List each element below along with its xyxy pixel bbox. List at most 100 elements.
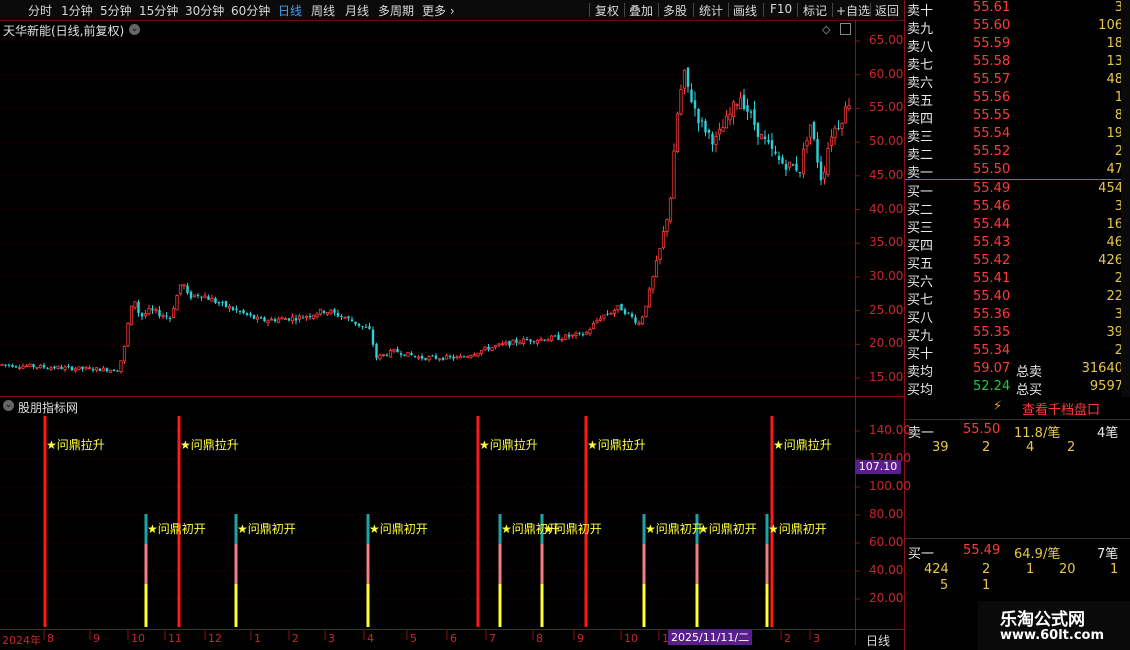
candle (283, 316, 288, 321)
candle (504, 339, 508, 347)
candle (4, 364, 7, 368)
ask-row[interactable]: 卖七 55.58 13 (905, 54, 1125, 73)
candle (336, 309, 340, 318)
indicator-tick-label: 60.00 (869, 535, 904, 549)
bid-row[interactable]: 买五 55.42 426 (905, 253, 1125, 272)
candle (396, 346, 399, 353)
candle (17, 364, 22, 371)
ask-row[interactable]: 卖四 55.55 8 (905, 108, 1125, 127)
candle (413, 355, 417, 359)
candle (368, 322, 371, 330)
price-tick-label: 25.00 (869, 302, 904, 317)
candle (214, 296, 217, 304)
view-depth-button[interactable]: 查看千档盘口 (1022, 399, 1100, 418)
candle (192, 294, 197, 298)
candle (458, 353, 463, 359)
candle (690, 83, 693, 104)
price-tick-label: 20.00 (869, 336, 904, 351)
candle (35, 366, 39, 370)
candle (175, 294, 179, 311)
candle (549, 334, 554, 342)
indicator-price-tag: 107.10 (855, 460, 901, 474)
candle (560, 337, 564, 343)
candle (60, 364, 63, 370)
candle (455, 354, 459, 360)
candle (588, 327, 592, 336)
candle (525, 336, 529, 341)
candle (500, 340, 505, 347)
candle (529, 339, 532, 345)
date-cursor: 2025/11/11/二 (668, 630, 753, 645)
candle (81, 366, 84, 372)
date-tick-label: 3 (328, 632, 335, 645)
candle (217, 301, 221, 307)
candle (728, 107, 732, 126)
bid-row[interactable]: 买一 55.49 454 (905, 181, 1125, 200)
candle (444, 353, 449, 360)
ask-row[interactable]: 卖八 55.59 18 (905, 36, 1125, 55)
candle (711, 131, 714, 152)
candle (483, 346, 487, 352)
signal-label-up: ★问鼎拉升 (46, 438, 105, 452)
chevron-down-icon[interactable]: ⌄ (3, 400, 14, 411)
candle (242, 308, 245, 315)
candle (158, 306, 161, 319)
price-tick-label: 45.00 (869, 167, 904, 182)
ask-row[interactable]: 卖九 55.60 106 (905, 18, 1125, 37)
candle (479, 350, 484, 356)
ask-row[interactable]: 卖一 55.50 47 (905, 162, 1125, 181)
candle (553, 334, 557, 337)
bid-row[interactable]: 买四 55.43 46 (905, 235, 1125, 254)
window-icon[interactable] (840, 23, 851, 35)
date-tick-label: 3 (813, 632, 820, 645)
ask-row[interactable]: 卖十 55.61 3 (905, 0, 1125, 19)
date-tick-label: 9 (577, 632, 584, 645)
candle (276, 316, 281, 324)
period-foot-label[interactable]: 日线 (866, 632, 890, 649)
candle (189, 290, 193, 301)
bid-row[interactable]: 买八 55.36 3 (905, 307, 1125, 326)
diamond-icon[interactable]: ◇ (822, 23, 830, 36)
bid-row[interactable]: 买三 55.44 16 (905, 217, 1125, 236)
divider (905, 179, 1125, 180)
candle (816, 132, 819, 169)
candle (721, 119, 725, 132)
candle (532, 340, 536, 345)
candle (151, 305, 154, 315)
ask-row[interactable]: 卖六 55.57 48 (905, 72, 1125, 91)
price-tick-label: 60.00 (869, 66, 904, 81)
candle (287, 317, 291, 322)
candle (535, 338, 540, 347)
candle (578, 332, 581, 336)
candle (70, 365, 74, 372)
candle (658, 248, 662, 265)
kline-chart[interactable] (0, 0, 905, 650)
candle (668, 196, 673, 224)
candle (42, 362, 46, 370)
chevron-down-icon[interactable]: ⌄ (129, 24, 140, 35)
candle (147, 304, 151, 316)
date-tick-label: 4 (367, 632, 374, 645)
candle (105, 367, 109, 373)
ask-row[interactable]: 卖五 55.56 1 (905, 90, 1125, 109)
candle (679, 84, 683, 116)
candle (665, 218, 669, 238)
bid-row[interactable]: 买二 55.46 3 (905, 199, 1125, 218)
candle (539, 336, 543, 342)
candle (63, 364, 67, 373)
candle (263, 316, 266, 323)
candle (354, 321, 357, 326)
bid-row[interactable]: 买六 55.41 2 (905, 271, 1125, 290)
candle (410, 351, 413, 356)
candle (675, 111, 680, 153)
ask-row[interactable]: 卖三 55.54 19 (905, 126, 1125, 145)
bid-row[interactable]: 买九 55.35 39 (905, 325, 1125, 344)
candle (388, 348, 393, 358)
queue-buy1-label: 买一 (908, 547, 935, 562)
price-tick-label: 30.00 (869, 268, 904, 283)
bid-row[interactable]: 买十 55.34 2 (905, 343, 1125, 362)
ask-row[interactable]: 卖二 55.52 2 (905, 144, 1125, 163)
bid-row[interactable]: 买七 55.40 22 (905, 289, 1125, 308)
date-tick-label: 12 (208, 632, 222, 645)
candle (686, 67, 690, 93)
